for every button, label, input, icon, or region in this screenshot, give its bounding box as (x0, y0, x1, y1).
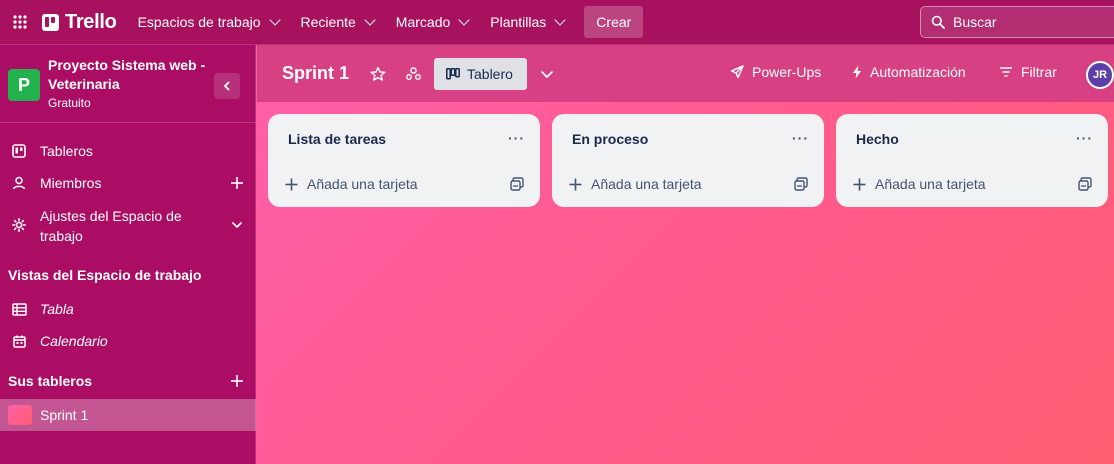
trello-logo[interactable]: Trello (42, 11, 117, 34)
list-en-proceso: En proceso ··· Añada una tarjeta (552, 114, 824, 207)
list-title[interactable]: Hecho (856, 131, 899, 147)
sidebar-item-label: Tableros (40, 143, 93, 159)
plus-icon (569, 178, 582, 190)
card-template-icon[interactable] (510, 177, 524, 191)
add-card-label: Añada una tarjeta (591, 176, 702, 192)
power-ups-button[interactable]: Power-Ups (730, 64, 821, 80)
add-card-label: Añada una tarjeta (307, 176, 418, 192)
sidebar-item-label: Sprint 1 (40, 407, 89, 423)
menu-label: Marcado (395, 14, 451, 30)
apps-grid-icon[interactable] (0, 0, 40, 45)
chevron-down-icon (364, 14, 376, 26)
menu-reciente[interactable]: Reciente (290, 6, 385, 38)
list-title[interactable]: Lista de tareas (288, 131, 386, 147)
list-menu-icon[interactable]: ··· (792, 130, 809, 146)
sidebar: P Proyecto Sistema web - Veterinaria Gra… (0, 45, 256, 464)
sidebar-item-ajustes[interactable]: Ajustes del Espacio de trabajo (0, 204, 256, 246)
board-title[interactable]: Sprint 1 (282, 63, 349, 84)
list-lista-de-tareas: Lista de tareas ··· Añada una tarjeta (268, 114, 540, 207)
workspace-views-heading: Vistas del Espacio de trabajo (8, 267, 202, 283)
automation-button[interactable]: Automatización (852, 64, 966, 80)
chevron-down-icon[interactable] (229, 217, 245, 233)
search-icon (931, 15, 945, 29)
automation-label: Automatización (870, 64, 966, 80)
gear-icon (11, 217, 27, 233)
plus-icon (853, 178, 866, 190)
star-icon[interactable] (369, 65, 387, 83)
sidebar-item-label: Tabla (40, 301, 74, 317)
top-navigation: Trello Espacios de trabajo Reciente Marc… (0, 0, 1114, 45)
board-header: Sprint 1 Tablero Power-Ups Automatizació… (257, 45, 1114, 102)
plus-icon (285, 178, 298, 190)
chevron-left-icon (224, 81, 230, 91)
chevron-down-icon[interactable] (538, 65, 556, 83)
card-template-icon[interactable] (1078, 177, 1092, 191)
search-placeholder: Buscar (953, 14, 997, 30)
lightning-icon (852, 65, 862, 79)
table-icon (11, 301, 27, 317)
collapse-sidebar-button[interactable] (214, 73, 240, 99)
create-button[interactable]: Crear (584, 6, 644, 38)
list-menu-icon[interactable]: ··· (508, 130, 525, 146)
workspace-visibility-icon[interactable] (404, 65, 422, 83)
sidebar-board-sprint-1[interactable]: Sprint 1 (0, 399, 256, 431)
workspace-name[interactable]: Proyecto Sistema web - Veterinaria (48, 56, 213, 94)
filter-icon (1000, 67, 1012, 77)
add-card-button[interactable]: Añada una tarjeta (853, 176, 986, 192)
rocket-icon (730, 65, 744, 79)
chevron-down-icon (458, 14, 470, 26)
menu-marcado[interactable]: Marcado (385, 6, 479, 38)
workspace-avatar[interactable]: P (8, 69, 40, 101)
sidebar-item-miembros[interactable]: Miembros (0, 172, 256, 194)
your-boards-heading: Sus tableros (8, 373, 93, 389)
workspace-header: P Proyecto Sistema web - Veterinaria Gra… (0, 45, 256, 123)
card-template-icon[interactable] (794, 177, 808, 191)
add-card-label: Añada una tarjeta (875, 176, 986, 192)
list-hecho: Hecho ··· Añada una tarjeta (836, 114, 1108, 207)
add-card-button[interactable]: Añada una tarjeta (569, 176, 702, 192)
filter-label: Filtrar (1021, 64, 1057, 80)
workspace-plan: Gratuito (48, 96, 91, 110)
power-ups-label: Power-Ups (752, 64, 822, 80)
filter-button[interactable]: Filtrar (999, 64, 1057, 80)
menu-label: Espacios de trabajo (137, 14, 261, 30)
trello-logo-icon (42, 13, 59, 31)
menu-label: Plantillas (490, 14, 547, 30)
calendar-icon (11, 333, 27, 349)
person-icon (11, 175, 27, 191)
chevron-down-icon (268, 14, 281, 26)
sidebar-item-tabla[interactable]: Tabla (0, 298, 256, 320)
board-view-label: Tablero (467, 66, 513, 82)
add-board-plus-icon[interactable] (229, 373, 245, 389)
board-view-icon (446, 68, 460, 80)
board-canvas: Lista de tareas ··· Añada una tarjeta En… (257, 102, 1114, 464)
board-thumbnail (8, 405, 32, 425)
add-member-plus-icon[interactable] (229, 175, 245, 191)
search-input[interactable]: Buscar (920, 6, 1114, 38)
sidebar-item-label: Miembros (40, 175, 102, 191)
menu-label: Reciente (300, 14, 356, 30)
sidebar-item-calendario[interactable]: Calendario (0, 330, 256, 352)
list-menu-icon[interactable]: ··· (1076, 130, 1093, 146)
menu-espacios-de-trabajo[interactable]: Espacios de trabajo (127, 6, 290, 38)
trello-brand-text: Trello (65, 10, 117, 33)
sidebar-item-tableros[interactable]: Tableros (0, 140, 256, 162)
sidebar-item-label: Ajustes del Espacio de trabajo (40, 208, 182, 244)
menu-plantillas[interactable]: Plantillas (479, 6, 575, 38)
list-title[interactable]: En proceso (572, 131, 648, 147)
board-icon (11, 143, 27, 159)
member-avatar[interactable]: JR (1086, 61, 1114, 89)
chevron-down-icon (554, 14, 566, 26)
sidebar-item-label: Calendario (40, 333, 108, 349)
board-view-button[interactable]: Tablero (434, 58, 527, 90)
add-card-button[interactable]: Añada una tarjeta (285, 176, 418, 192)
